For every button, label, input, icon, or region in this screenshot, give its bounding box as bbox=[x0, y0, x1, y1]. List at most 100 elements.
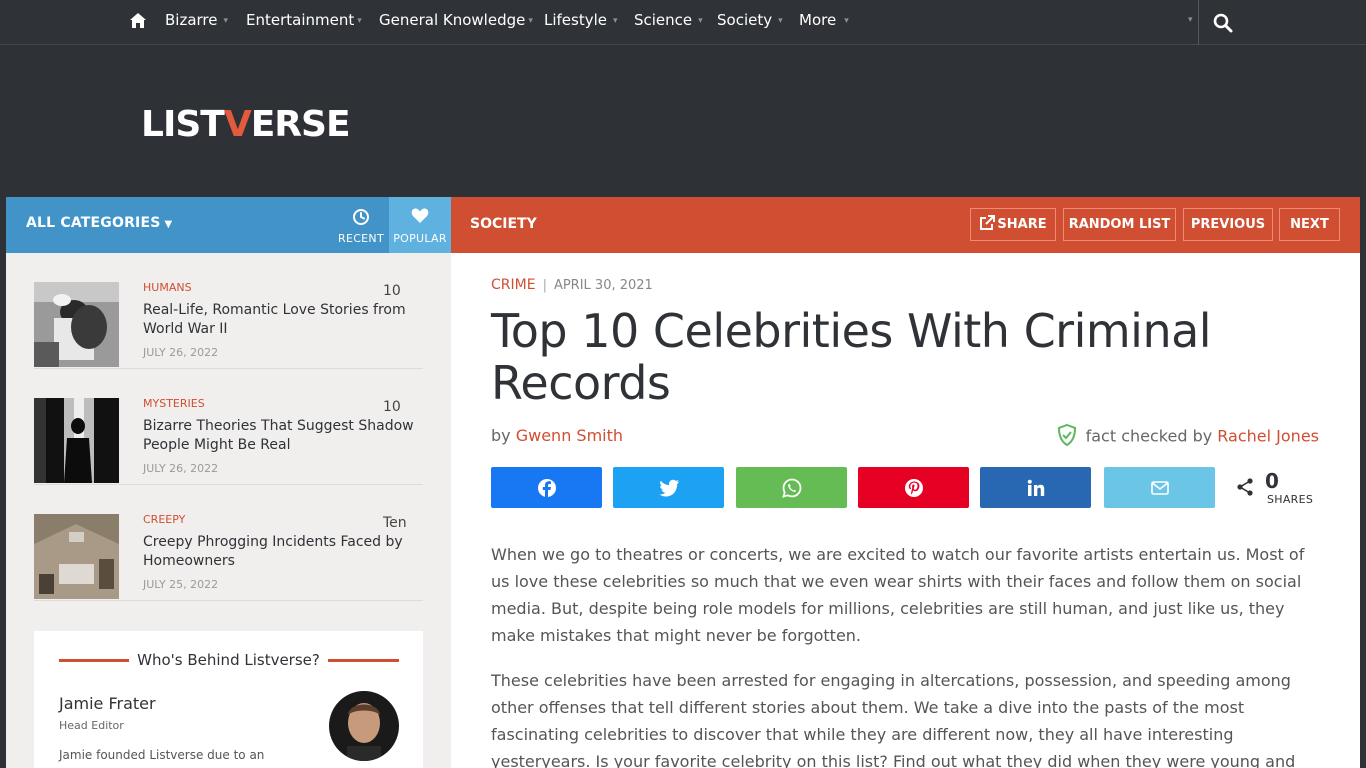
pinterest-icon bbox=[904, 478, 923, 497]
nav-divider bbox=[1198, 0, 1199, 45]
search-icon[interactable] bbox=[1212, 12, 1234, 34]
whatsapp-icon bbox=[781, 478, 801, 498]
list-date: JULY 25, 2022 bbox=[143, 578, 219, 591]
chevron-down-icon: ▾ bbox=[698, 16, 703, 26]
category-link[interactable]: CRIME bbox=[491, 277, 536, 293]
share-label: SHARE bbox=[997, 217, 1047, 232]
category-label[interactable]: HUMANS bbox=[143, 281, 192, 294]
chevron-down-icon: ▾ bbox=[778, 16, 783, 26]
chevron-down-icon: ▾ bbox=[357, 16, 362, 26]
whatsapp-share-button[interactable] bbox=[736, 467, 847, 508]
thumbnail-image[interactable] bbox=[34, 282, 119, 367]
byline-prefix: by bbox=[491, 426, 511, 445]
fact-check-prefix: fact checked by bbox=[1085, 426, 1213, 446]
site-logo[interactable]: LISTVERSE bbox=[141, 104, 351, 145]
list-title[interactable]: Creepy Phrogging Incidents Faced by Home… bbox=[143, 533, 415, 571]
email-share-button[interactable] bbox=[1104, 467, 1215, 508]
pinterest-share-button[interactable] bbox=[858, 467, 969, 508]
article-date: APRIL 30, 2021 bbox=[553, 278, 653, 293]
meta-separator: | bbox=[542, 278, 547, 293]
clock-icon bbox=[353, 209, 369, 225]
twitter-share-button[interactable] bbox=[613, 467, 724, 508]
nav-label: Science bbox=[634, 11, 693, 29]
nav-label: Society bbox=[717, 11, 773, 29]
logo-accent: V bbox=[223, 104, 252, 145]
chevron-down-icon: ▾ bbox=[844, 16, 849, 26]
list-title[interactable]: Real-Life, Romantic Love Stories from Wo… bbox=[143, 301, 415, 339]
nav-item-science[interactable]: Science ▾ bbox=[634, 11, 703, 29]
list-item[interactable]: MYSTERIES 10 Bizarre Theories That Sugge… bbox=[34, 369, 423, 485]
chevron-down-icon: ▾ bbox=[223, 16, 229, 26]
byline: by Gwenn Smith bbox=[491, 426, 623, 445]
dropdown-arrow-icon: ▼ bbox=[164, 219, 173, 230]
nav-item-entertainment[interactable]: Entertainment ▾ bbox=[246, 11, 362, 29]
list-item[interactable]: CREEPY Ten Creepy Phrogging Incidents Fa… bbox=[34, 485, 423, 601]
checker-link[interactable]: Rachel Jones bbox=[1217, 427, 1319, 446]
all-categories-dropdown[interactable]: ALL CATEGORIES ▼ bbox=[26, 215, 172, 231]
article-paragraph: These celebrities have been arrested for… bbox=[491, 671, 1296, 768]
heading-rule bbox=[328, 659, 399, 662]
next-button[interactable]: NEXT bbox=[1279, 208, 1340, 241]
home-icon[interactable] bbox=[129, 12, 147, 30]
list-item[interactable]: HUMANS 10 Real-Life, Romantic Love Stori… bbox=[34, 253, 423, 369]
tab-label: POPULAR bbox=[393, 232, 447, 245]
facebook-icon bbox=[537, 478, 556, 498]
linkedin-icon bbox=[1027, 479, 1044, 496]
page-title: Top 10 Celebrities With Criminal Records bbox=[491, 304, 1212, 410]
all-categories-label: ALL CATEGORIES bbox=[26, 215, 161, 231]
nav-item-lifestyle[interactable]: Lifestyle ▾ bbox=[544, 11, 618, 29]
heart-icon bbox=[411, 208, 429, 223]
chevron-down-icon: ▾ bbox=[528, 16, 533, 26]
nav-label: More bbox=[799, 11, 837, 29]
share-icon bbox=[1237, 478, 1253, 496]
logo-text: LIST bbox=[141, 104, 225, 145]
tab-popular[interactable]: POPULAR bbox=[389, 197, 451, 253]
sidebar: HUMANS 10 Real-Life, Romantic Love Stori… bbox=[6, 253, 451, 768]
nav-item-society[interactable]: Society ▾ bbox=[717, 11, 783, 29]
editor-bio: Jamie founded Listverse due to an bbox=[59, 748, 265, 762]
nav-label: General Knowledge bbox=[379, 11, 526, 29]
tab-recent[interactable]: RECENT bbox=[333, 197, 389, 253]
about-box: Who's Behind Listverse? Jamie Frater Hea… bbox=[34, 631, 423, 768]
list-date: JULY 26, 2022 bbox=[143, 462, 219, 475]
section-title[interactable]: SOCIETY bbox=[470, 216, 537, 232]
list-title[interactable]: Bizarre Theories That Suggest Shadow Peo… bbox=[143, 417, 415, 455]
linkedin-share-button[interactable] bbox=[980, 467, 1091, 508]
category-bar: ALL CATEGORIES ▼ RECENT POPULAR bbox=[6, 197, 451, 253]
thumbnail-image[interactable] bbox=[34, 398, 119, 483]
section-bar: SOCIETY SHARE RANDOM LIST PREVIOUS NEXT bbox=[451, 197, 1360, 253]
fact-check: fact checked by Rachel Jones bbox=[1057, 424, 1319, 448]
previous-button[interactable]: PREVIOUS bbox=[1183, 208, 1273, 241]
share-button[interactable]: SHARE bbox=[970, 208, 1056, 241]
logo-text: ERSE bbox=[250, 104, 351, 145]
facebook-share-button[interactable] bbox=[491, 467, 602, 508]
share-count-label: SHARES bbox=[1267, 493, 1314, 506]
article-meta: CRIME | APRIL 30, 2021 bbox=[491, 277, 653, 293]
category-label[interactable]: MYSTERIES bbox=[143, 397, 205, 410]
list-date: JULY 26, 2022 bbox=[143, 346, 219, 359]
nav-item-bizarre[interactable]: Bizarre ▾ bbox=[165, 11, 228, 29]
chevron-down-icon[interactable]: ▾ bbox=[1188, 15, 1193, 25]
nav-label: Bizarre bbox=[165, 11, 218, 29]
article-paragraph: When we go to theatres or concerts, we a… bbox=[491, 545, 1305, 645]
chevron-down-icon: ▾ bbox=[613, 16, 618, 26]
category-label[interactable]: CREEPY bbox=[143, 513, 185, 526]
list-count: 10 bbox=[383, 399, 401, 415]
nav-item-general-knowledge[interactable]: General Knowledge ▾ bbox=[379, 11, 533, 29]
external-share-icon bbox=[980, 214, 996, 230]
nav-item-more[interactable]: More ▾ bbox=[799, 11, 849, 29]
avatar[interactable] bbox=[329, 691, 399, 761]
author-link[interactable]: Gwenn Smith bbox=[516, 426, 623, 445]
thumbnail-image[interactable] bbox=[34, 514, 119, 599]
random-list-button[interactable]: RANDOM LIST bbox=[1063, 208, 1176, 241]
nav-label: Entertainment bbox=[246, 11, 355, 29]
top-navigation: Bizarre ▾ Entertainment ▾ General Knowledg… bbox=[0, 0, 1366, 45]
editor-role: Head Editor bbox=[59, 719, 124, 732]
list-count: Ten bbox=[383, 515, 407, 531]
email-icon bbox=[1150, 480, 1169, 495]
share-count-value: 0 bbox=[1265, 469, 1279, 493]
article: CRIME | APRIL 30, 2021 Top 10 Celebrities … bbox=[451, 253, 1360, 768]
twitter-icon bbox=[658, 479, 679, 496]
editor-name[interactable]: Jamie Frater bbox=[59, 694, 156, 713]
shield-check-icon bbox=[1057, 424, 1076, 446]
